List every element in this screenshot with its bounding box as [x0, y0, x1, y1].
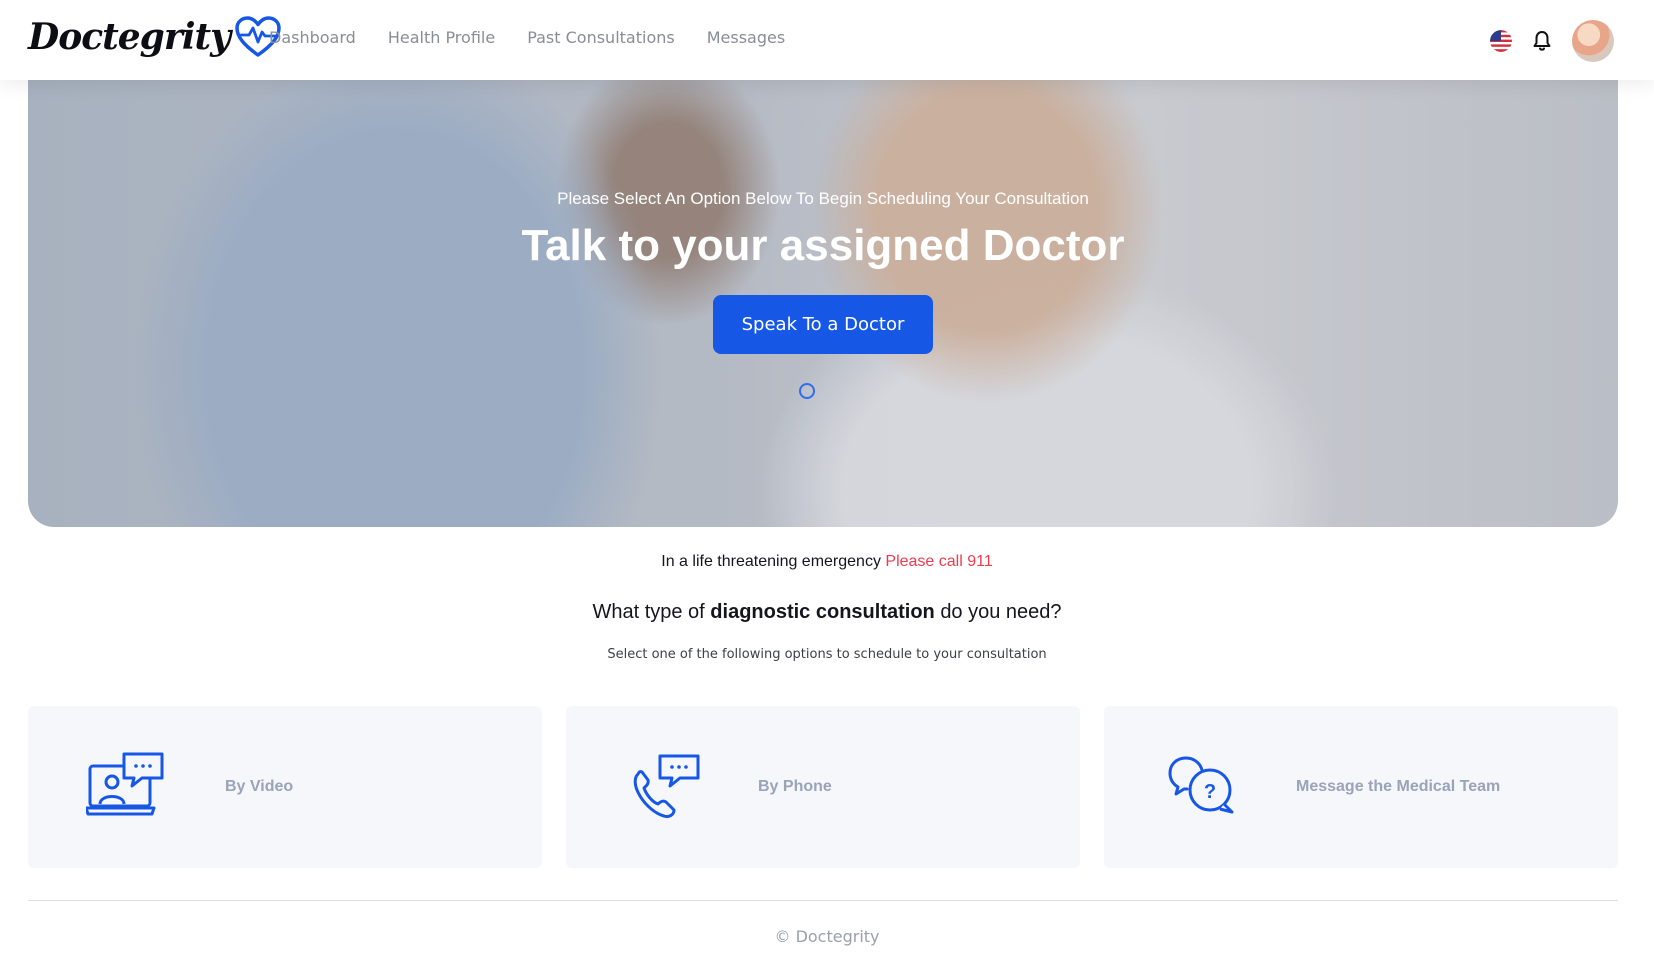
brand-logo[interactable]: Doctegrity: [28, 14, 282, 60]
option-phone-card[interactable]: By Phone: [566, 706, 1080, 868]
svg-text:?: ?: [1204, 781, 1216, 803]
nav-dashboard[interactable]: Dashboard: [269, 28, 356, 47]
nav-health-profile[interactable]: Health Profile: [388, 28, 495, 47]
main-nav: Dashboard Health Profile Past Consultati…: [269, 28, 785, 47]
video-consult-icon: [86, 752, 164, 816]
avatar[interactable]: [1572, 20, 1614, 62]
option-video-label: By Video: [225, 778, 294, 795]
emergency-call-link[interactable]: Please call 911: [885, 553, 992, 570]
consultation-question: What type of diagnostic consultation do …: [0, 601, 1654, 624]
us-flag-icon[interactable]: [1490, 30, 1512, 52]
top-navbar: Doctegrity Dashboard Health Profile Past…: [0, 0, 1654, 80]
footer-copyright: © Doctegrity: [774, 927, 880, 946]
nav-past-consultations[interactable]: Past Consultations: [527, 28, 675, 47]
option-message-card[interactable]: ? Message the Medical Team: [1104, 706, 1618, 868]
phone-consult-icon: [633, 754, 700, 818]
question-prefix: What type of: [592, 601, 705, 623]
carousel-indicator[interactable]: [799, 383, 815, 399]
consultation-hint: Select one of the following options to s…: [607, 647, 1047, 662]
speak-to-doctor-button[interactable]: Speak To a Doctor: [713, 295, 933, 354]
footer-divider: [28, 900, 1618, 901]
emergency-text: In a life threatening emergency: [661, 553, 881, 570]
hero-subtitle: Please Select An Option Below To Begin S…: [557, 189, 1089, 208]
hero-banner: Please Select An Option Below To Begin S…: [28, 70, 1618, 527]
question-suffix: do you need?: [940, 601, 1062, 623]
option-phone-label: By Phone: [758, 778, 832, 795]
brand-name: Doctegrity: [28, 16, 231, 58]
emergency-notice: In a life threatening emergency Please c…: [0, 553, 1654, 571]
message-question-icon: ?: [1168, 756, 1234, 814]
option-message-label: Message the Medical Team: [1296, 778, 1501, 795]
question-emphasis: diagnostic consultation: [710, 601, 935, 623]
bell-icon[interactable]: [1530, 29, 1554, 53]
option-video-card[interactable]: By Video: [28, 706, 542, 868]
header-actions: [1490, 20, 1614, 62]
hero-title: Talk to your assigned Doctor: [521, 221, 1125, 270]
consultation-options: By Video By Phone ? Message the Medical …: [28, 706, 1618, 868]
nav-messages[interactable]: Messages: [707, 28, 785, 47]
